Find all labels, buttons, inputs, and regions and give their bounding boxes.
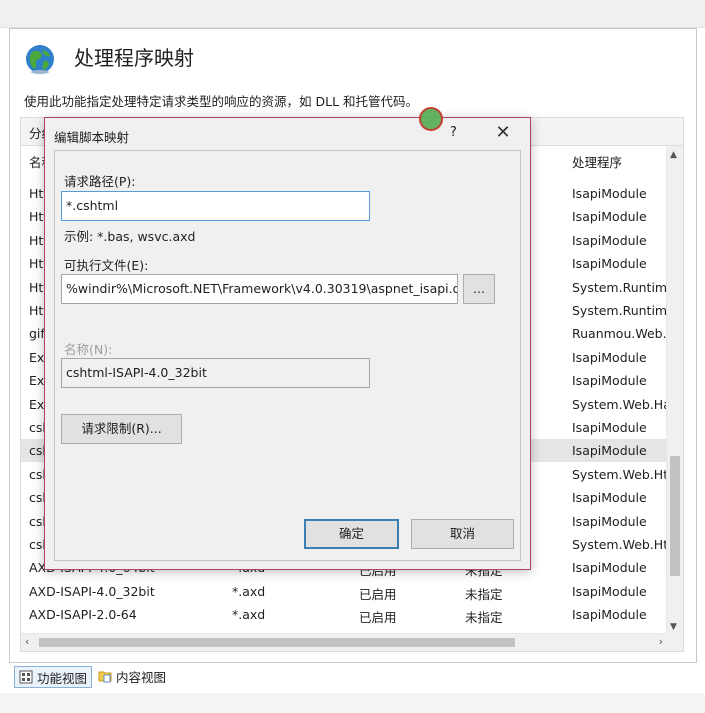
column-header-handler[interactable]: 处理程序 xyxy=(572,152,667,171)
table-cell: 已启用 xyxy=(359,586,397,602)
status-bar xyxy=(0,693,705,713)
table-cell: IsapiModule xyxy=(572,209,647,225)
request-path-input[interactable]: *.cshtml xyxy=(61,191,370,221)
table-cell: IsapiModule xyxy=(572,256,647,272)
table-row[interactable]: AXD-ISAPI-4.0_32bit *.axd 已启用 未指定 IsapiModul… xyxy=(21,580,667,603)
tab-features-view[interactable]: 功能视图 xyxy=(14,666,93,688)
edit-script-map-dialog: 编辑脚本映射 ? ✕ 请求路径(P): *.cshtml 示例: *.bas, … xyxy=(44,117,531,570)
table-cell: AXD-ISAPI-4.0_32bit xyxy=(29,583,155,599)
table-cell: System.Runtime xyxy=(572,279,667,295)
globe-icon xyxy=(26,45,54,74)
table-cell: IsapiModule xyxy=(572,186,647,201)
dialog-content: 请求路径(P): *.cshtml 示例: *.bas, wsvc.axd 可执… xyxy=(54,150,521,561)
dialog-title: 编辑脚本映射 xyxy=(54,130,130,145)
horizontal-scrollbar[interactable]: ‹ › xyxy=(21,633,667,651)
tab-features-label: 功能视图 xyxy=(37,670,88,686)
browse-button[interactable]: ... xyxy=(463,274,495,304)
table-cell: IsapiModule xyxy=(572,560,647,576)
scroll-down-icon[interactable]: ▼ xyxy=(670,622,677,632)
table-cell: 未指定 xyxy=(465,586,503,602)
table-row[interactable]: AXD-ISAPI-2.0-64 *.axd 已启用 未指定 IsapiModule xyxy=(21,603,667,626)
table-cell: IsapiModule xyxy=(572,443,647,459)
table-cell: AXD-ISAPI-2.0-64 xyxy=(29,607,137,623)
table-cell: System.Web.Ha xyxy=(572,396,667,412)
ok-button[interactable]: 确定 xyxy=(304,519,399,549)
table-cell: IsapiModule xyxy=(572,607,647,623)
horizontal-scroll-thumb[interactable] xyxy=(39,638,515,647)
table-cell: IsapiModule xyxy=(572,349,647,365)
table-cell: 已启用 xyxy=(359,610,397,626)
scroll-up-icon[interactable]: ▲ xyxy=(670,150,677,160)
request-restrictions-button[interactable]: 请求限制(R)... xyxy=(61,414,182,444)
help-icon[interactable]: ? xyxy=(450,125,457,140)
scroll-right-icon[interactable]: › xyxy=(659,635,663,648)
tab-content-label: 内容视图 xyxy=(116,669,167,685)
name-label: 名称(N): xyxy=(64,342,113,357)
table-cell: System.Web.Ht xyxy=(572,537,667,552)
table-cell: System.Web.Ht xyxy=(572,466,667,482)
vertical-scrollbar[interactable]: ▲ ▼ xyxy=(666,146,683,634)
content-view-icon xyxy=(98,671,112,683)
page-title: 处理程序映射 xyxy=(74,46,194,70)
executable-input[interactable]: %windir%\Microsoft.NET\Framework\v4.0.30… xyxy=(61,274,458,304)
table-cell: Ruanmou.Web. xyxy=(572,326,667,342)
table-cell: 未指定 xyxy=(465,610,503,626)
table-cell: System.Runtime xyxy=(572,303,667,318)
table-cell: IsapiModule xyxy=(572,232,647,248)
request-path-example: 示例: *.bas, wsvc.axd xyxy=(64,229,196,244)
scroll-left-icon[interactable]: ‹ xyxy=(25,635,29,648)
cursor-highlight-icon xyxy=(419,107,443,131)
table-cell: IsapiModule xyxy=(572,513,647,529)
request-path-label: 请求路径(P): xyxy=(64,174,136,189)
name-input[interactable]: cshtml-ISAPI-4.0_32bit xyxy=(61,358,370,388)
table-cell: *.axd xyxy=(232,607,266,623)
page-description: 使用此功能指定处理特定请求类型的响应的资源，如 DLL 和托管代码。 xyxy=(24,94,419,109)
executable-label: 可执行文件(E): xyxy=(64,258,149,273)
close-icon[interactable]: ✕ xyxy=(490,121,516,145)
table-cell: *.axd xyxy=(232,583,266,599)
features-view-icon xyxy=(19,670,33,684)
tab-content-view[interactable]: 内容视图 xyxy=(94,666,170,686)
vertical-scroll-thumb[interactable] xyxy=(670,456,680,576)
table-cell: IsapiModule xyxy=(572,583,647,599)
table-cell: IsapiModule xyxy=(572,373,647,389)
top-bar xyxy=(0,0,705,28)
scroll-corner xyxy=(667,634,683,651)
table-cell: IsapiModule xyxy=(572,490,647,506)
cancel-button[interactable]: 取消 xyxy=(411,519,514,549)
table-cell: IsapiModule xyxy=(572,420,647,435)
